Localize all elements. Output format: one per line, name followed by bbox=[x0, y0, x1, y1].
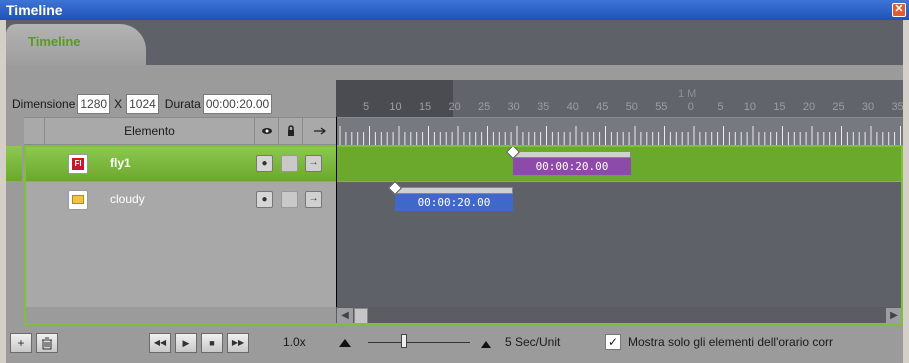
eye-icon[interactable] bbox=[254, 118, 278, 144]
ruler-tick-label: 15 bbox=[418, 101, 432, 113]
zoom-slider-thumb[interactable] bbox=[401, 334, 407, 348]
image-file-icon bbox=[68, 190, 88, 210]
tab-strip: Timeline bbox=[6, 20, 903, 65]
zoom-out-icon[interactable] bbox=[338, 337, 352, 351]
height-field[interactable]: 1024 bbox=[126, 94, 159, 114]
duration-label: Durata bbox=[164, 97, 201, 111]
layer-name: fly1 bbox=[110, 156, 131, 170]
dimensions-bar: Dimensione 1280 X 1024 Durata 00:00:20.0… bbox=[12, 94, 273, 114]
arrow-right-icon[interactable] bbox=[302, 118, 336, 144]
timeline-empty-area bbox=[336, 217, 903, 307]
width-field[interactable]: 1280 bbox=[77, 94, 111, 114]
ruler-tick-label: 10 bbox=[389, 101, 402, 113]
ruler-tick-label: 50 bbox=[625, 101, 638, 113]
dimension-label: Dimensione bbox=[12, 97, 76, 111]
scroll-right-icon[interactable]: ▶ bbox=[886, 308, 902, 324]
tab-timeline[interactable]: Timeline bbox=[6, 24, 146, 65]
clip-fly1[interactable]: 00:00:20.00 bbox=[505, 144, 631, 175]
clip-time: 00:00:20.00 bbox=[513, 158, 631, 175]
ruler-tick-label: 15 bbox=[773, 101, 786, 113]
zoom-in-icon[interactable] bbox=[480, 338, 492, 352]
layer-list-header: Elemento bbox=[24, 117, 336, 145]
ruler-tick-label: 25 bbox=[832, 101, 845, 113]
ruler-tick-label: 45 bbox=[596, 101, 609, 113]
stop-button[interactable]: ■ bbox=[201, 333, 223, 353]
column-element: Elemento bbox=[44, 118, 254, 144]
duration-field[interactable]: 00:00:20.00 bbox=[202, 94, 273, 114]
ruler-tick-label: 0 bbox=[687, 101, 694, 113]
visibility-toggle[interactable]: ● bbox=[256, 191, 273, 208]
rewind-button[interactable]: ◀◀ bbox=[149, 333, 171, 353]
show-only-label: Mostra solo gli elementi dell'orario cor… bbox=[628, 335, 834, 349]
lock-icon[interactable] bbox=[278, 118, 302, 144]
track-fly1[interactable]: 00:00:20.00 bbox=[336, 144, 903, 181]
track-cloudy[interactable]: 00:00:20.00 bbox=[336, 180, 903, 217]
playhead-line[interactable] bbox=[336, 117, 337, 307]
layer-row[interactable]: cloudy ● → bbox=[24, 182, 336, 217]
ruler-minute-label: 1 M bbox=[678, 88, 697, 100]
selected-indicator bbox=[6, 146, 22, 181]
trash-icon bbox=[42, 337, 52, 350]
horizontal-scrollbar[interactable]: ◀ ▶ bbox=[336, 307, 903, 325]
window-titlebar: Timeline ✕ bbox=[0, 0, 909, 20]
play-button[interactable]: ▶ bbox=[175, 333, 197, 353]
window-title: Timeline bbox=[6, 2, 63, 18]
dimension-separator: X bbox=[114, 97, 123, 111]
ruler-tick-label: 10 bbox=[743, 101, 757, 113]
zoom-slider[interactable] bbox=[368, 342, 470, 343]
layer-row[interactable]: Fl fly1 ● → bbox=[6, 146, 336, 181]
scroll-thumb[interactable] bbox=[354, 308, 368, 324]
bottom-toolbar: + ◀◀ ▶ ■ ▶▶ 1.0x 5 Sec/Unit ✓ Mostra sol… bbox=[6, 325, 903, 363]
ruler-tick-label: 20 bbox=[448, 101, 461, 113]
ruler-tick-label: 20 bbox=[802, 101, 816, 113]
ruler-tick-label: 35 bbox=[891, 101, 904, 113]
scroll-left-icon[interactable]: ◀ bbox=[337, 308, 353, 324]
ruler-tick-label: 30 bbox=[861, 101, 875, 113]
layer-arrow-toggle[interactable]: → bbox=[305, 155, 322, 172]
ruler-tick-label: 35 bbox=[537, 101, 550, 113]
flash-file-icon: Fl bbox=[68, 154, 88, 174]
close-button[interactable]: ✕ bbox=[892, 3, 906, 17]
show-only-checkbox[interactable]: ✓ bbox=[605, 334, 621, 350]
ruler-tick-label: 25 bbox=[478, 101, 491, 113]
ruler-numbers: 5 10 15 20 25 30 35 40 45 50 55 0 5 10 15 20 25 30 35 bbox=[336, 101, 904, 115]
layer-list-empty-area bbox=[24, 217, 336, 307]
add-layer-button[interactable]: + bbox=[10, 333, 32, 353]
layer-name: cloudy bbox=[110, 192, 145, 206]
ruler-tick-label: 55 bbox=[655, 101, 668, 113]
layer-arrow-toggle[interactable]: → bbox=[305, 191, 322, 208]
ruler-tick-label: 30 bbox=[507, 101, 520, 113]
ruler-ticks[interactable] bbox=[336, 117, 903, 145]
forward-button[interactable]: ▶▶ bbox=[227, 333, 249, 353]
visibility-toggle[interactable]: ● bbox=[256, 155, 273, 172]
lock-toggle[interactable] bbox=[281, 191, 298, 208]
clip-time: 00:00:20.00 bbox=[395, 194, 513, 211]
delete-layer-button[interactable] bbox=[36, 333, 58, 353]
lock-toggle[interactable] bbox=[281, 155, 298, 172]
clip-cloudy[interactable]: 00:00:20.00 bbox=[387, 180, 513, 211]
ruler-tick-label: 5 bbox=[717, 101, 724, 113]
speed-label: 1.0x bbox=[283, 335, 306, 349]
ruler-tick-label: 40 bbox=[566, 101, 579, 113]
ruler-tick-label: 5 bbox=[362, 101, 370, 113]
time-ruler[interactable]: 1 M 5 10 15 20 25 30 35 40 45 50 55 0 5 10 15 20 25 30 35 bbox=[336, 80, 904, 117]
zoom-unit-label: 5 Sec/Unit bbox=[505, 335, 561, 349]
